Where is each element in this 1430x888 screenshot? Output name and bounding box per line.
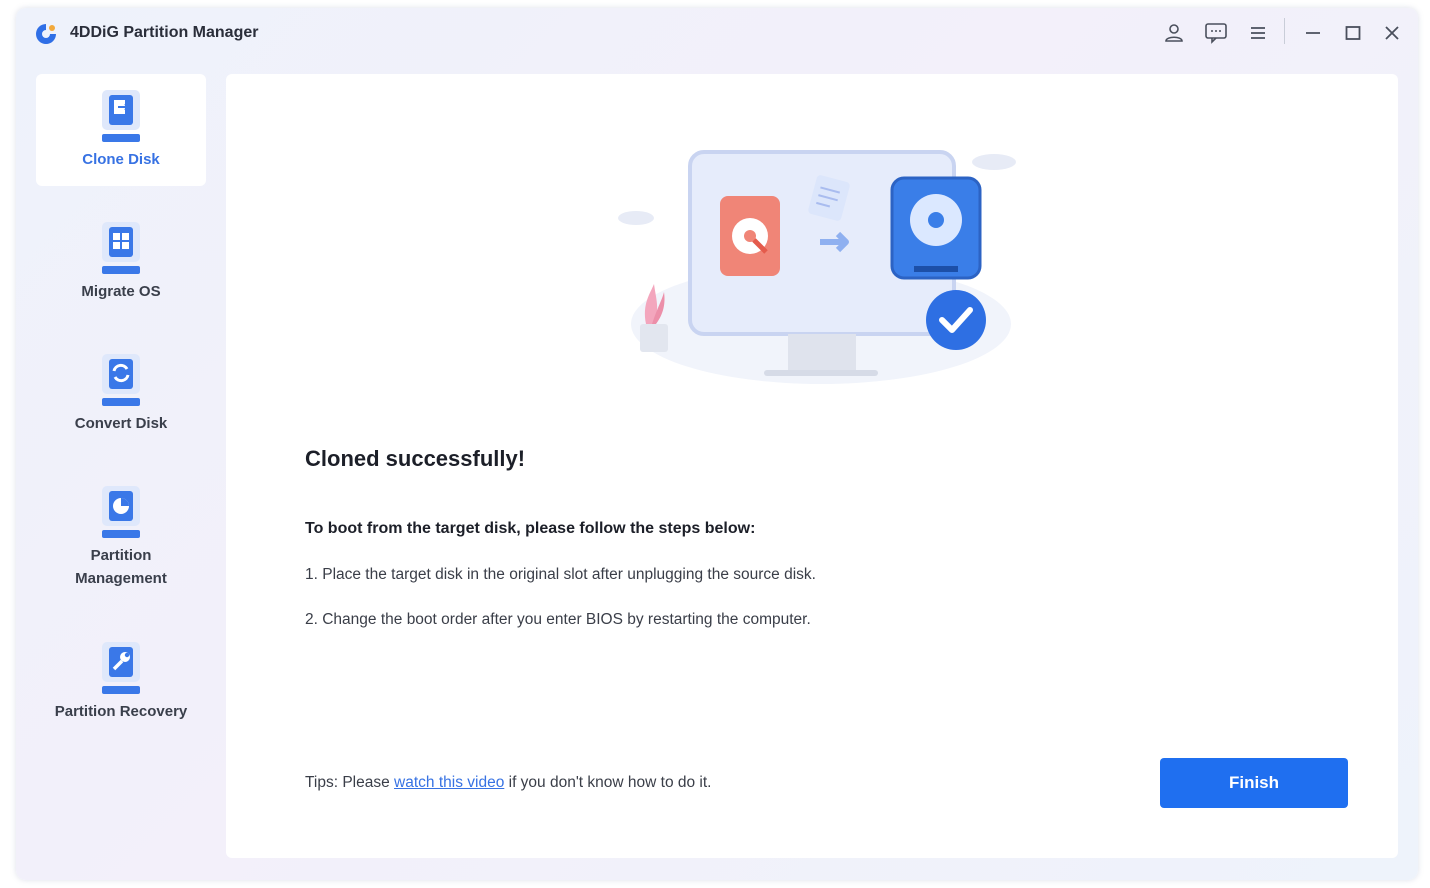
sidebar-item-label: Migrate OS	[81, 283, 161, 300]
steps-title: To boot from the target disk, please fol…	[305, 520, 756, 537]
watch-video-link[interactable]: watch this video	[394, 774, 504, 791]
user-icon[interactable]	[1161, 20, 1187, 46]
tips-prefix: Tips: Please	[305, 774, 395, 791]
main-panel: Cloned successfully! To boot from the ta…	[226, 74, 1398, 858]
tips-text: Tips: Please watch this video if you don…	[305, 774, 711, 792]
clone-success-illustration	[618, 150, 1016, 384]
sidebar-item-label: Convert Disk	[74, 415, 168, 432]
maximize-icon[interactable]	[1340, 20, 1366, 46]
finish-button[interactable]: Finish	[1160, 758, 1348, 808]
menu-icon[interactable]	[1245, 20, 1271, 46]
step-item: 2. Change the boot order after you enter…	[305, 611, 811, 628]
sidebar-item-label: Partition Recovery	[54, 703, 188, 720]
sidebar-item-label-line1: Partition	[90, 547, 152, 564]
sidebar-item-convert-disk[interactable]: Convert Disk	[36, 340, 206, 450]
tips-suffix: if you don't know how to do it.	[504, 774, 712, 791]
app-window: 4DDiG Partition Manager Clone Disk Migra…	[16, 8, 1418, 880]
titlebar-separator	[1284, 18, 1285, 44]
sidebar-item-clone-disk[interactable]: Clone Disk	[36, 74, 206, 186]
step-item: 1. Place the target disk in the original…	[305, 566, 816, 583]
partition-recovery-icon	[102, 642, 140, 694]
app-title: 4DDiG Partition Manager	[70, 24, 259, 41]
sidebar-item-partition-management[interactable]: Partition Management	[36, 472, 206, 606]
convert-disk-icon	[102, 354, 140, 406]
sidebar-item-migrate-os[interactable]: Migrate OS	[36, 208, 206, 318]
sidebar-item-label-line2: Management	[75, 570, 167, 587]
migrate-os-icon	[102, 222, 140, 274]
minimize-icon[interactable]	[1300, 20, 1326, 46]
title-bar: 4DDiG Partition Manager	[16, 8, 1418, 58]
app-logo-icon	[36, 24, 56, 44]
feedback-icon[interactable]	[1203, 20, 1229, 46]
sidebar-item-partition-recovery[interactable]: Partition Recovery	[36, 628, 206, 738]
clone-disk-icon	[102, 90, 140, 142]
sidebar-item-label: Clone Disk	[82, 151, 160, 168]
partition-management-icon	[102, 486, 140, 538]
success-title: Cloned successfully!	[305, 446, 526, 471]
close-icon[interactable]	[1379, 20, 1405, 46]
